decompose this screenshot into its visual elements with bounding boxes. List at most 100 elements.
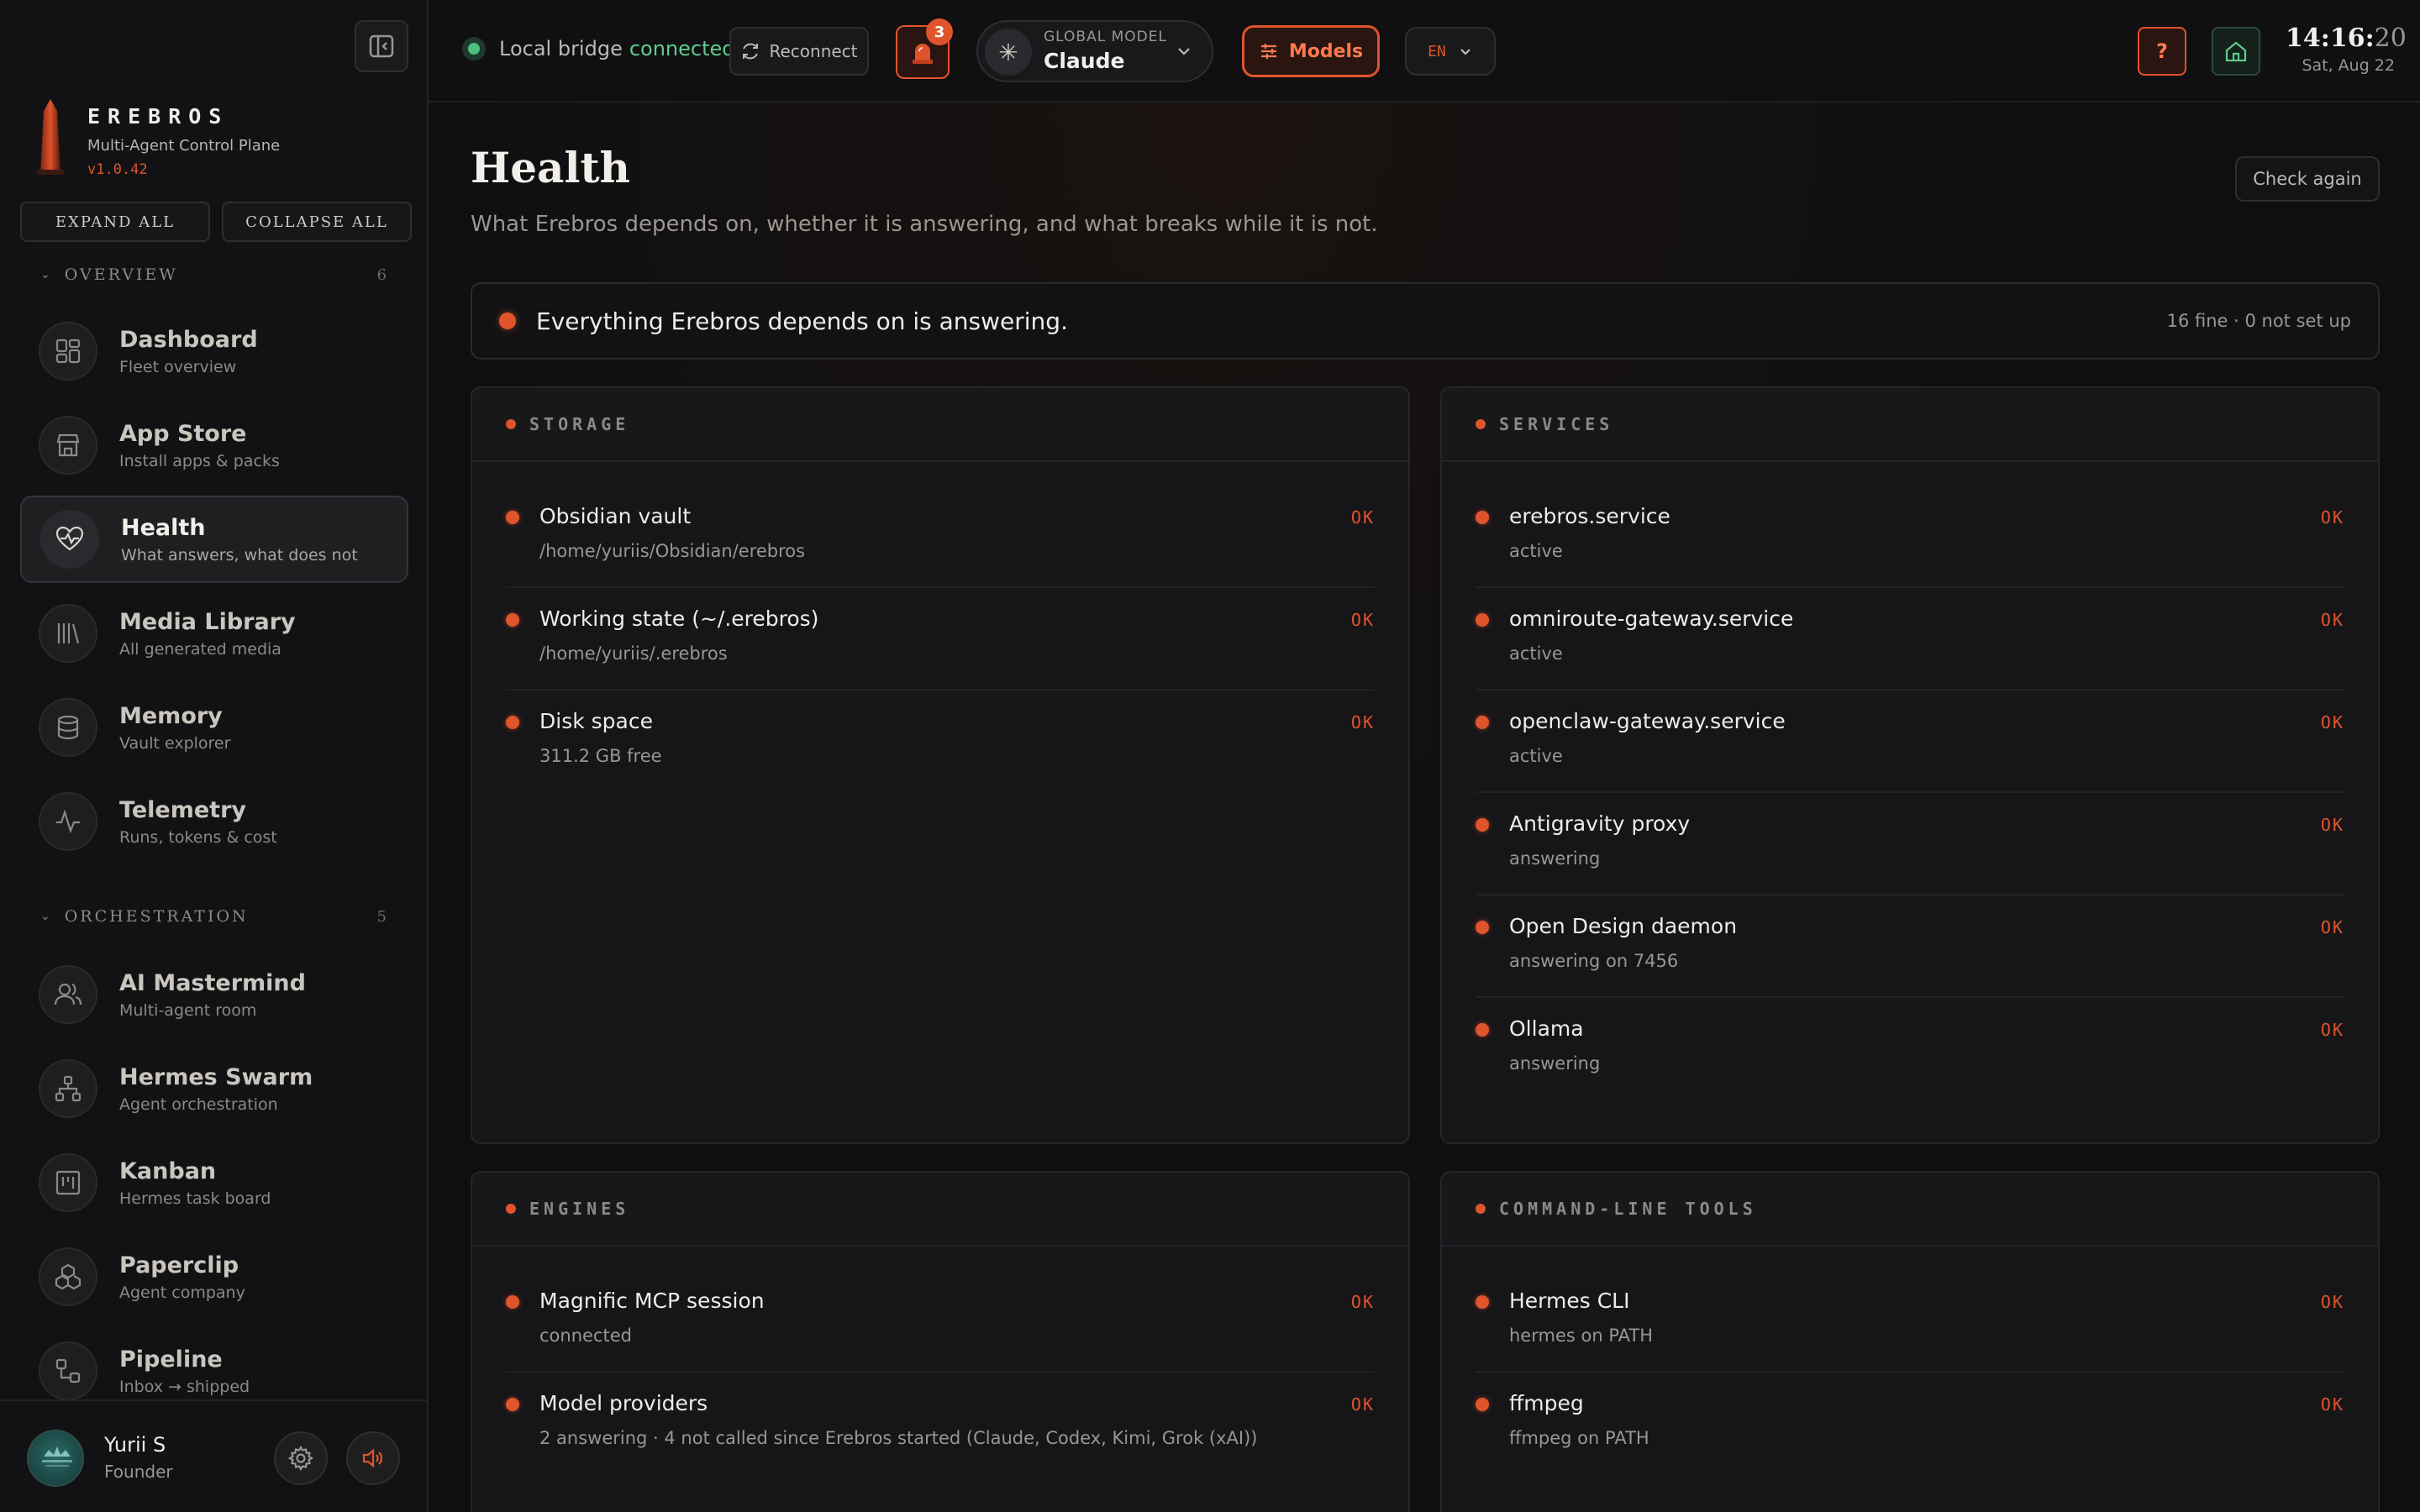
status-dot-icon	[506, 1204, 516, 1214]
health-row: Model providers 2 answering · 4 not call…	[506, 1373, 1375, 1475]
row-detail: 311.2 GB free	[539, 746, 662, 766]
row-name: Working state (~/.erebros)	[539, 606, 819, 631]
status-dot-icon	[506, 511, 519, 524]
sidebar-item-telemetry[interactable]: Telemetry Runs, tokens & cost	[20, 778, 408, 865]
users-icon	[39, 965, 97, 1024]
heart-pulse-icon	[40, 510, 99, 569]
home-icon	[2225, 41, 2247, 62]
reconnect-button[interactable]: Reconnect	[729, 27, 869, 76]
status-dot-icon	[1476, 1023, 1489, 1037]
section-orchestration[interactable]: ⌄ ORCHESTRATION 5	[40, 907, 387, 926]
nav-title: Kanban	[119, 1158, 217, 1184]
collapse-all-button[interactable]: COLLAPSE ALL	[222, 202, 412, 242]
nav-subtitle: All generated media	[119, 639, 281, 659]
health-row: ffmpeg ffmpeg on PATH OK	[1476, 1373, 2344, 1475]
status-badge: OK	[1350, 1292, 1375, 1312]
nav-title: Pipeline	[119, 1346, 223, 1373]
nav-subtitle: Install apps & packs	[119, 451, 280, 470]
sidebar-item-hermes-swarm[interactable]: Hermes Swarm Agent orchestration	[20, 1045, 408, 1132]
status-dot-icon	[1476, 511, 1489, 524]
sidebar-item-app-store[interactable]: App Store Install apps & packs	[20, 402, 408, 489]
sidebar-item-dashboard[interactable]: Dashboard Fleet overview	[20, 307, 408, 395]
help-button[interactable]: ?	[2138, 27, 2186, 76]
nav-subtitle: Runs, tokens & cost	[119, 827, 277, 847]
sidebar-panel-icon	[369, 34, 394, 58]
alerts-count-badge: 3	[926, 18, 953, 45]
row-detail: active	[1509, 541, 1563, 561]
row-name: ffmpeg	[1509, 1391, 1584, 1415]
brand-name: EREBROS	[87, 104, 229, 129]
row-detail: /home/yuriis/Obsidian/erebros	[539, 541, 806, 561]
check-again-button[interactable]: Check again	[2235, 156, 2380, 202]
status-dot-icon	[1476, 419, 1486, 429]
activity-icon	[39, 792, 97, 851]
sidebar-item-ai-mastermind[interactable]: AI Mastermind Multi-agent room	[20, 951, 408, 1038]
main-content: Health What Erebros depends on, whether …	[429, 102, 2420, 1512]
store-icon	[39, 416, 97, 475]
health-row: openclaw-gateway.service active OK	[1476, 690, 2344, 793]
model-value: Claude	[1044, 49, 1125, 73]
refresh-icon	[743, 43, 759, 60]
nav-subtitle: Hermes task board	[119, 1189, 271, 1208]
nav-title: AI Mastermind	[119, 969, 306, 996]
network-icon	[39, 1059, 97, 1118]
global-model-select[interactable]: ✳ GLOBAL MODEL Claude	[976, 20, 1213, 82]
health-row: Hermes CLI hermes on PATH OK	[1476, 1270, 2344, 1373]
status-dot-icon	[1476, 613, 1489, 627]
clock-date: Sat, Aug 22	[2302, 56, 2395, 75]
status-badge: OK	[1350, 712, 1375, 732]
bridge-label: Local bridge	[499, 37, 623, 60]
expand-all-button[interactable]: EXPAND ALL	[20, 202, 210, 242]
status-badge: OK	[2320, 1292, 2344, 1312]
sound-button[interactable]	[346, 1431, 400, 1485]
language-select[interactable]: EN	[1405, 27, 1496, 76]
row-detail: ffmpeg on PATH	[1509, 1428, 1649, 1448]
brand-subtitle: Multi-Agent Control Plane	[87, 137, 281, 155]
status-badge: OK	[2320, 1020, 2344, 1040]
status-dot-icon	[1476, 818, 1489, 832]
models-button[interactable]: Models	[1242, 25, 1380, 77]
status-dot-icon	[1476, 1398, 1489, 1411]
row-detail: active	[1509, 746, 1563, 766]
clock-time: 14:16:	[2286, 24, 2375, 53]
health-row: Magnific MCP session connected OK	[506, 1270, 1375, 1373]
nav-title: Hermes Swarm	[119, 1063, 313, 1090]
nav-title: Health	[121, 514, 206, 541]
row-name: Open Design daemon	[1509, 914, 1738, 938]
clock-seconds: 20	[2374, 24, 2407, 53]
health-summary: Everything Erebros depends on is answeri…	[471, 282, 2380, 360]
card-title: ENGINES	[529, 1199, 630, 1219]
row-name: Magnific MCP session	[539, 1289, 765, 1313]
sidebar-item-memory[interactable]: Memory Vault explorer	[20, 684, 408, 771]
row-detail: hermes on PATH	[1509, 1326, 1653, 1346]
status-badge: OK	[1350, 1394, 1375, 1415]
card-title: SERVICES	[1499, 414, 1614, 434]
health-row: Disk space 311.2 GB free OK	[506, 690, 1375, 793]
bridge-status: Local bridge connected	[462, 37, 735, 60]
sidebar-item-kanban[interactable]: Kanban Hermes task board	[20, 1139, 408, 1226]
section-overview[interactable]: ⌄ OVERVIEW 6	[40, 265, 387, 284]
home-button[interactable]	[2212, 27, 2260, 76]
page-subtitle: What Erebros depends on, whether it is a…	[471, 212, 1378, 237]
status-dot-icon	[1476, 921, 1489, 934]
settings-button[interactable]	[274, 1431, 328, 1485]
speaker-icon	[362, 1448, 383, 1468]
kanban-icon	[39, 1153, 97, 1212]
brand[interactable]: EREBROS Multi-Agent Control Plane v1.0.4…	[34, 99, 280, 178]
row-detail: answering	[1509, 848, 1601, 869]
avatar[interactable]	[27, 1430, 84, 1487]
card-title: STORAGE	[529, 414, 630, 434]
row-name: Ollama	[1509, 1016, 1584, 1041]
card-engines: ENGINES Magnific MCP session connected O…	[471, 1171, 1410, 1512]
health-row: omniroute-gateway.service active OK	[1476, 588, 2344, 690]
sidebar-toggle-button[interactable]	[355, 20, 408, 72]
status-dot-icon	[499, 312, 516, 329]
status-dot-icon	[506, 1295, 519, 1309]
sidebar-item-media-library[interactable]: Media Library All generated media	[20, 590, 408, 677]
erebros-logo-icon	[37, 99, 64, 175]
sidebar-item-health[interactable]: Health What answers, what does not	[20, 496, 408, 583]
status-dot-icon	[462, 37, 486, 60]
brand-version: v1.0.42	[87, 161, 148, 178]
card-services: SERVICES erebros.service active OK omnir…	[1440, 386, 2380, 1144]
sidebar-item-paperclip[interactable]: Paperclip Agent company	[20, 1233, 408, 1320]
